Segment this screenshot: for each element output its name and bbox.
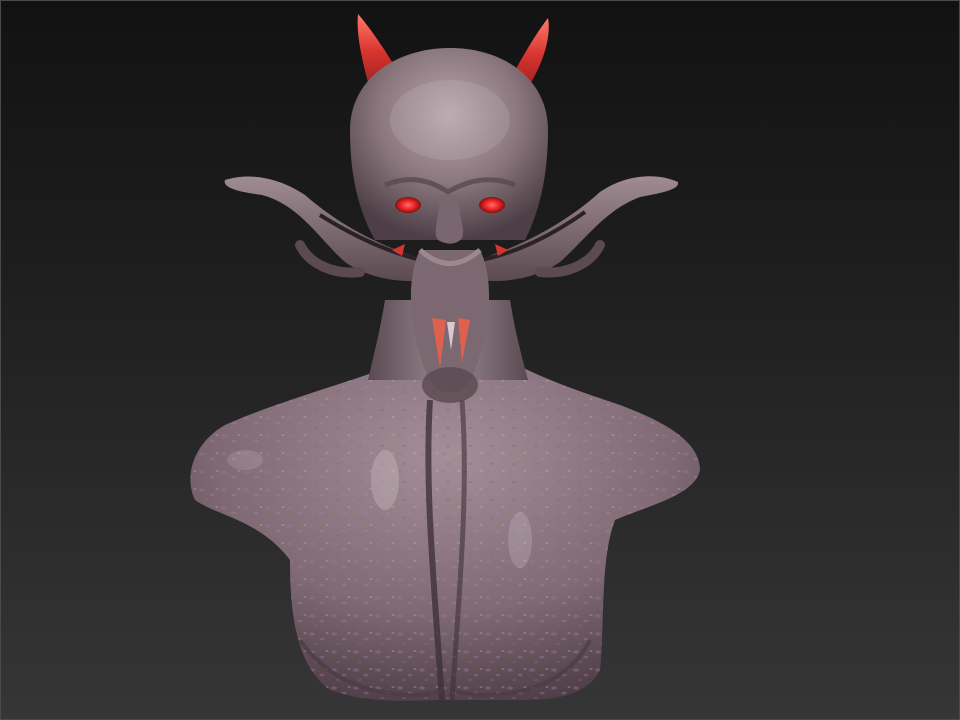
- left-eye: [395, 197, 421, 213]
- chin: [422, 367, 478, 403]
- right-eye: [479, 197, 505, 213]
- 3d-viewport[interactable]: [0, 0, 960, 720]
- sculpt-render[interactable]: [0, 0, 960, 720]
